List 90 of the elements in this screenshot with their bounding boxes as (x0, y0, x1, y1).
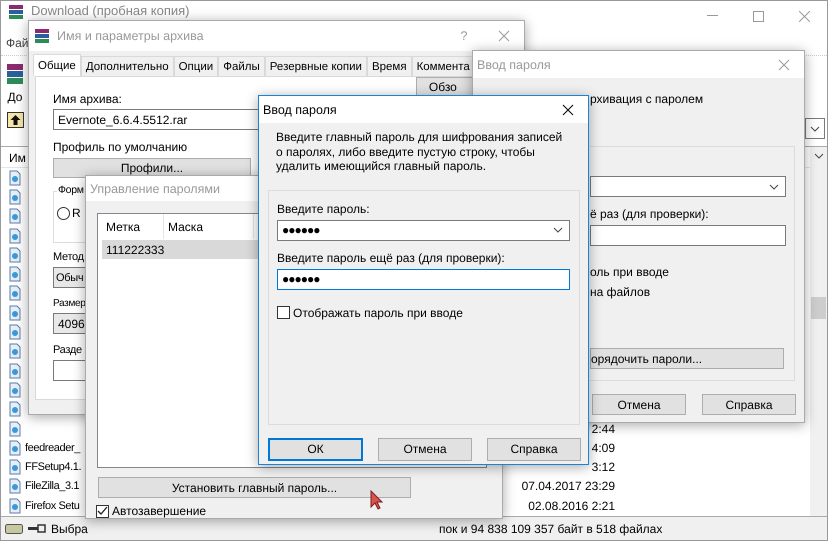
key-icon (28, 524, 46, 534)
field-label: Профиль по умолчанию (53, 140, 188, 154)
file-date: 4:09 (592, 440, 615, 455)
file-icon (7, 228, 23, 244)
file-icon (7, 440, 23, 456)
column-header[interactable]: Метка (102, 214, 164, 239)
file-date: 07.04.2017 23:29 (522, 479, 615, 494)
dialog-button[interactable]: Справка (487, 438, 581, 460)
mouse-cursor-icon (370, 490, 384, 510)
window-title: Download (пробная копия) (31, 3, 190, 18)
file-icon (7, 324, 23, 340)
set-master-password-button[interactable]: Установить главный пароль... (98, 477, 411, 498)
tab[interactable]: Резервные копии (264, 56, 367, 76)
maximize-icon[interactable] (752, 10, 764, 22)
file-icon (7, 478, 23, 494)
minimize-icon[interactable] (706, 15, 718, 17)
column-header: Им (9, 150, 26, 164)
dialog-button[interactable]: ОК (268, 438, 363, 460)
window-title: Управление паролями (90, 182, 220, 196)
checkbox-label: Отображать пароль при вводе (293, 306, 463, 320)
file-date: 02.08.2016 2:21 (528, 498, 615, 513)
file-icon (7, 285, 23, 302)
file-icon (7, 208, 23, 224)
file-icon (7, 401, 23, 418)
file-name[interactable]: FFSetup4.1. (25, 461, 82, 474)
field-label: Разде (53, 344, 82, 356)
close-icon[interactable] (562, 104, 574, 116)
column-header[interactable]: Маска (164, 214, 254, 239)
checkbox-label: Автозавершение (112, 504, 206, 518)
field-label: Размер (53, 298, 86, 309)
option-label: оль при вводе (590, 265, 670, 279)
file-icon (7, 266, 23, 282)
books-icon (7, 3, 25, 21)
file-date: 2:44 (592, 422, 615, 436)
scroll-thumb[interactable] (811, 297, 826, 319)
address-dropdown[interactable] (805, 118, 825, 139)
file-icon (7, 188, 23, 205)
file-name[interactable]: Firefox Setu (25, 500, 80, 512)
chevron-icon (810, 126, 820, 132)
password-dropdown[interactable]: ●●●●●● (277, 220, 570, 240)
checkbox[interactable] (96, 504, 109, 518)
file-date: 3:12 (592, 460, 615, 474)
field-label: Метод (53, 251, 84, 263)
file-icon (7, 459, 23, 476)
field-label: Введите пароль: (277, 202, 370, 216)
radio-button[interactable] (57, 206, 70, 220)
tab[interactable]: Файлы (218, 56, 265, 76)
file-name[interactable]: FileZilla_3.1 (25, 480, 80, 492)
password-field[interactable]: ●●●●●● (277, 268, 570, 290)
status-summary: пок и 94 838 109 357 байт в 518 файлах (439, 522, 664, 536)
field-label: Имя архива: (53, 92, 122, 105)
window-title: Ввод пароля (477, 58, 551, 72)
chevron-icon (553, 227, 563, 233)
organize-passwords-button[interactable]: орядочить пароли... (590, 348, 784, 369)
password-dropdown[interactable] (590, 176, 786, 197)
drive-icon (5, 522, 23, 534)
file-icon (7, 420, 23, 436)
instruction-text: Введите главный пароль для шифрования записей о паролях, либо введите пустую строку, чтобы удалить имеющийся главный пароль. (275, 130, 564, 174)
field-label: ё раз (для проверки): (590, 207, 709, 221)
tab[interactable]: Время (366, 56, 412, 76)
checkbox[interactable] (277, 306, 290, 319)
dialog-button[interactable]: Отмена (592, 394, 686, 415)
file-icon (7, 498, 23, 514)
dialog-button[interactable]: Справка (702, 394, 796, 415)
password-field[interactable] (590, 225, 786, 246)
tab[interactable]: Дополнительно (80, 56, 174, 76)
option-label: на файлов (590, 285, 652, 299)
field-label: Введите пароль ещё раз (для проверки): (277, 250, 505, 264)
chevron-icon (769, 184, 779, 190)
file-icon (7, 304, 23, 321)
radio-label: R (72, 206, 81, 220)
tab[interactable]: Коммента (412, 56, 475, 76)
scroll-up-icon (814, 153, 824, 159)
file-icon (7, 382, 23, 398)
file-icon (7, 343, 23, 360)
window-title: Имя и параметры архива (57, 29, 204, 43)
dialog-button[interactable]: Отмена (378, 438, 472, 460)
scrollbar[interactable] (810, 147, 827, 516)
file-name[interactable]: feedreader_ (25, 442, 80, 454)
file-icon (7, 362, 23, 379)
status-text: Выбра (51, 522, 88, 536)
tab[interactable]: Опции (174, 56, 218, 76)
file-icon (7, 170, 23, 186)
menu-item[interactable]: Фай (4, 36, 30, 50)
tab[interactable]: Общие (33, 54, 81, 76)
group-label: Форм (57, 184, 85, 196)
toolbar-button[interactable]: До (8, 90, 22, 104)
file-icon (7, 246, 23, 263)
books-icon (33, 27, 51, 45)
dialog-heading: рхивация с паролем (590, 92, 704, 106)
